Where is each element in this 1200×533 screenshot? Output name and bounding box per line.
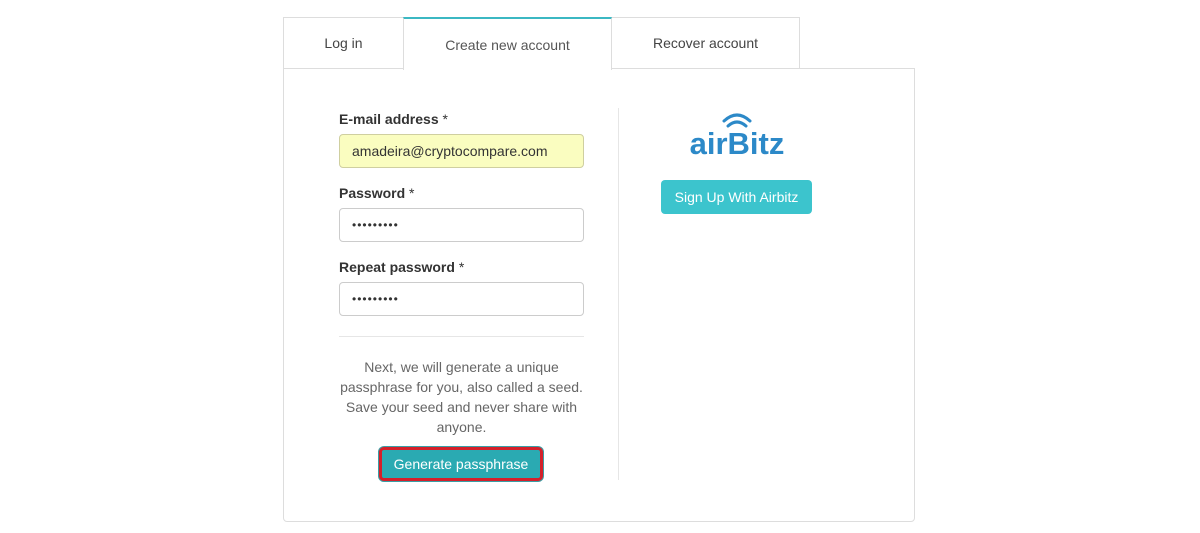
repeat-password-field[interactable]: •••••••••	[339, 282, 584, 316]
airbitz-logo-text: airBitz	[689, 126, 785, 161]
tab-log-in[interactable]: Log in	[283, 17, 404, 68]
password-field[interactable]: •••••••••	[339, 208, 584, 242]
email-field-value: amadeira@cryptocompare.com	[352, 143, 548, 159]
form-divider	[339, 336, 584, 337]
generate-passphrase-button[interactable]: Generate passphrase	[379, 447, 543, 481]
password-required-mark: *	[409, 185, 415, 201]
repeat-password-label: Repeat password *	[339, 259, 464, 275]
tab-create-new-account-label: Create new account	[445, 36, 570, 53]
email-label: E-mail address *	[339, 111, 448, 127]
sign-up-with-airbitz-button[interactable]: Sign Up With Airbitz	[661, 180, 812, 214]
email-label-text: E-mail address	[339, 111, 439, 127]
password-field-value: •••••••••	[352, 218, 399, 232]
generate-passphrase-button-label: Generate passphrase	[393, 456, 529, 472]
passphrase-info-text: Next, we will generate a unique passphra…	[340, 359, 583, 435]
email-field[interactable]: amadeira@cryptocompare.com	[339, 134, 584, 168]
airbitz-logo: airBitz	[684, 126, 790, 162]
email-required-mark: *	[442, 111, 448, 127]
repeat-password-field-value: •••••••••	[352, 292, 399, 306]
repeat-password-required-mark: *	[458, 259, 465, 275]
tab-recover-account[interactable]: Recover account	[611, 17, 800, 68]
tab-log-in-label: Log in	[324, 35, 363, 51]
column-divider	[618, 108, 619, 480]
repeat-password-label-text: Repeat password	[339, 259, 455, 275]
password-label-text: Password	[339, 185, 406, 201]
sign-up-with-airbitz-label: Sign Up With Airbitz	[674, 189, 799, 205]
tab-create-new-account[interactable]: Create new account	[403, 17, 612, 70]
password-label: Password *	[339, 185, 414, 201]
tab-recover-account-label: Recover account	[652, 35, 759, 51]
